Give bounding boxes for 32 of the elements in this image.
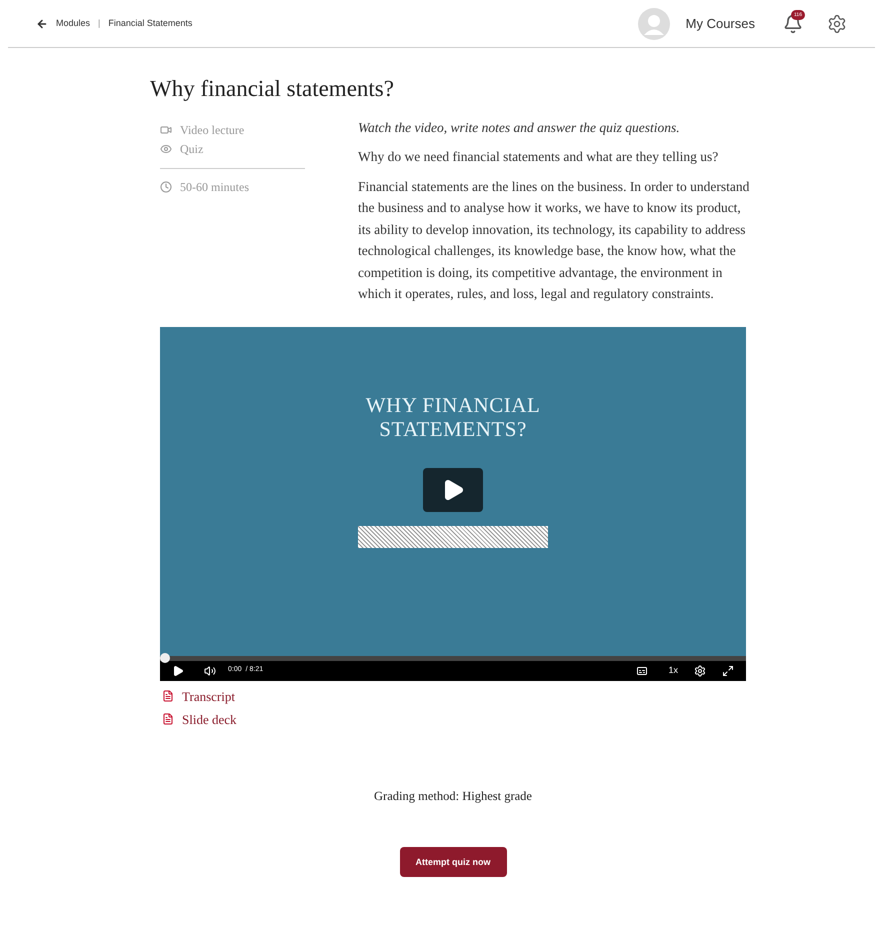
sidebar-label: Quiz [180,140,204,158]
paragraph: Financial statements are the lines on the business. In order to understand the business and to analyse how it works, we have to know its product, its ability to develop innovation, its technology, its capability to address technological challenges, its knowledge base, the know how, what the competition is doing, its competitive advantage, the environment in which it operates, rules, and loss, legal and regulatory constraints. [358,178,750,303]
attachment-link[interactable]: Slide deck [182,708,237,730]
video-camera-icon [160,124,172,136]
volume-icon[interactable] [204,664,216,676]
clock-icon [160,181,172,193]
breadcrumb-link[interactable]: Modules [56,16,90,30]
my-courses-link[interactable]: My Courses [686,14,755,34]
attachment-link[interactable]: Transcript [182,684,235,708]
eye-icon [160,143,172,155]
slide-title: WHY FINANCIAL STATEMENTS? [364,392,542,440]
breadcrumb-separator: | [98,16,100,30]
bell-icon[interactable] [783,14,803,34]
attempt-quiz-button[interactable]: Attempt quiz now [400,847,506,878]
page-title: Why financial statements? [150,75,395,103]
sidebar-label: Video lecture [180,122,244,138]
back-arrow-icon[interactable] [36,18,48,30]
breadcrumb-link[interactable]: Financial Statements [108,16,192,30]
play-button[interactable] [423,468,483,512]
play-icon[interactable] [172,664,184,676]
progress-track[interactable] [160,656,746,660]
grading-text: Grading method: Highest grade [374,788,532,805]
paragraph: Why do we need financial statements and what are they telling us? [358,148,720,166]
pdf-file-icon [162,713,174,725]
speed-button[interactable]: 1x [668,664,678,678]
progress-handle[interactable] [160,652,170,662]
captions-icon[interactable] [636,664,648,676]
duration-text: 50-60 minutes [180,178,249,196]
fullscreen-icon[interactable] [722,664,734,676]
pdf-file-icon [162,690,174,702]
settings-icon[interactable] [827,14,847,34]
intro-text: Watch the video, write notes and answer the quiz questions. [358,118,681,137]
